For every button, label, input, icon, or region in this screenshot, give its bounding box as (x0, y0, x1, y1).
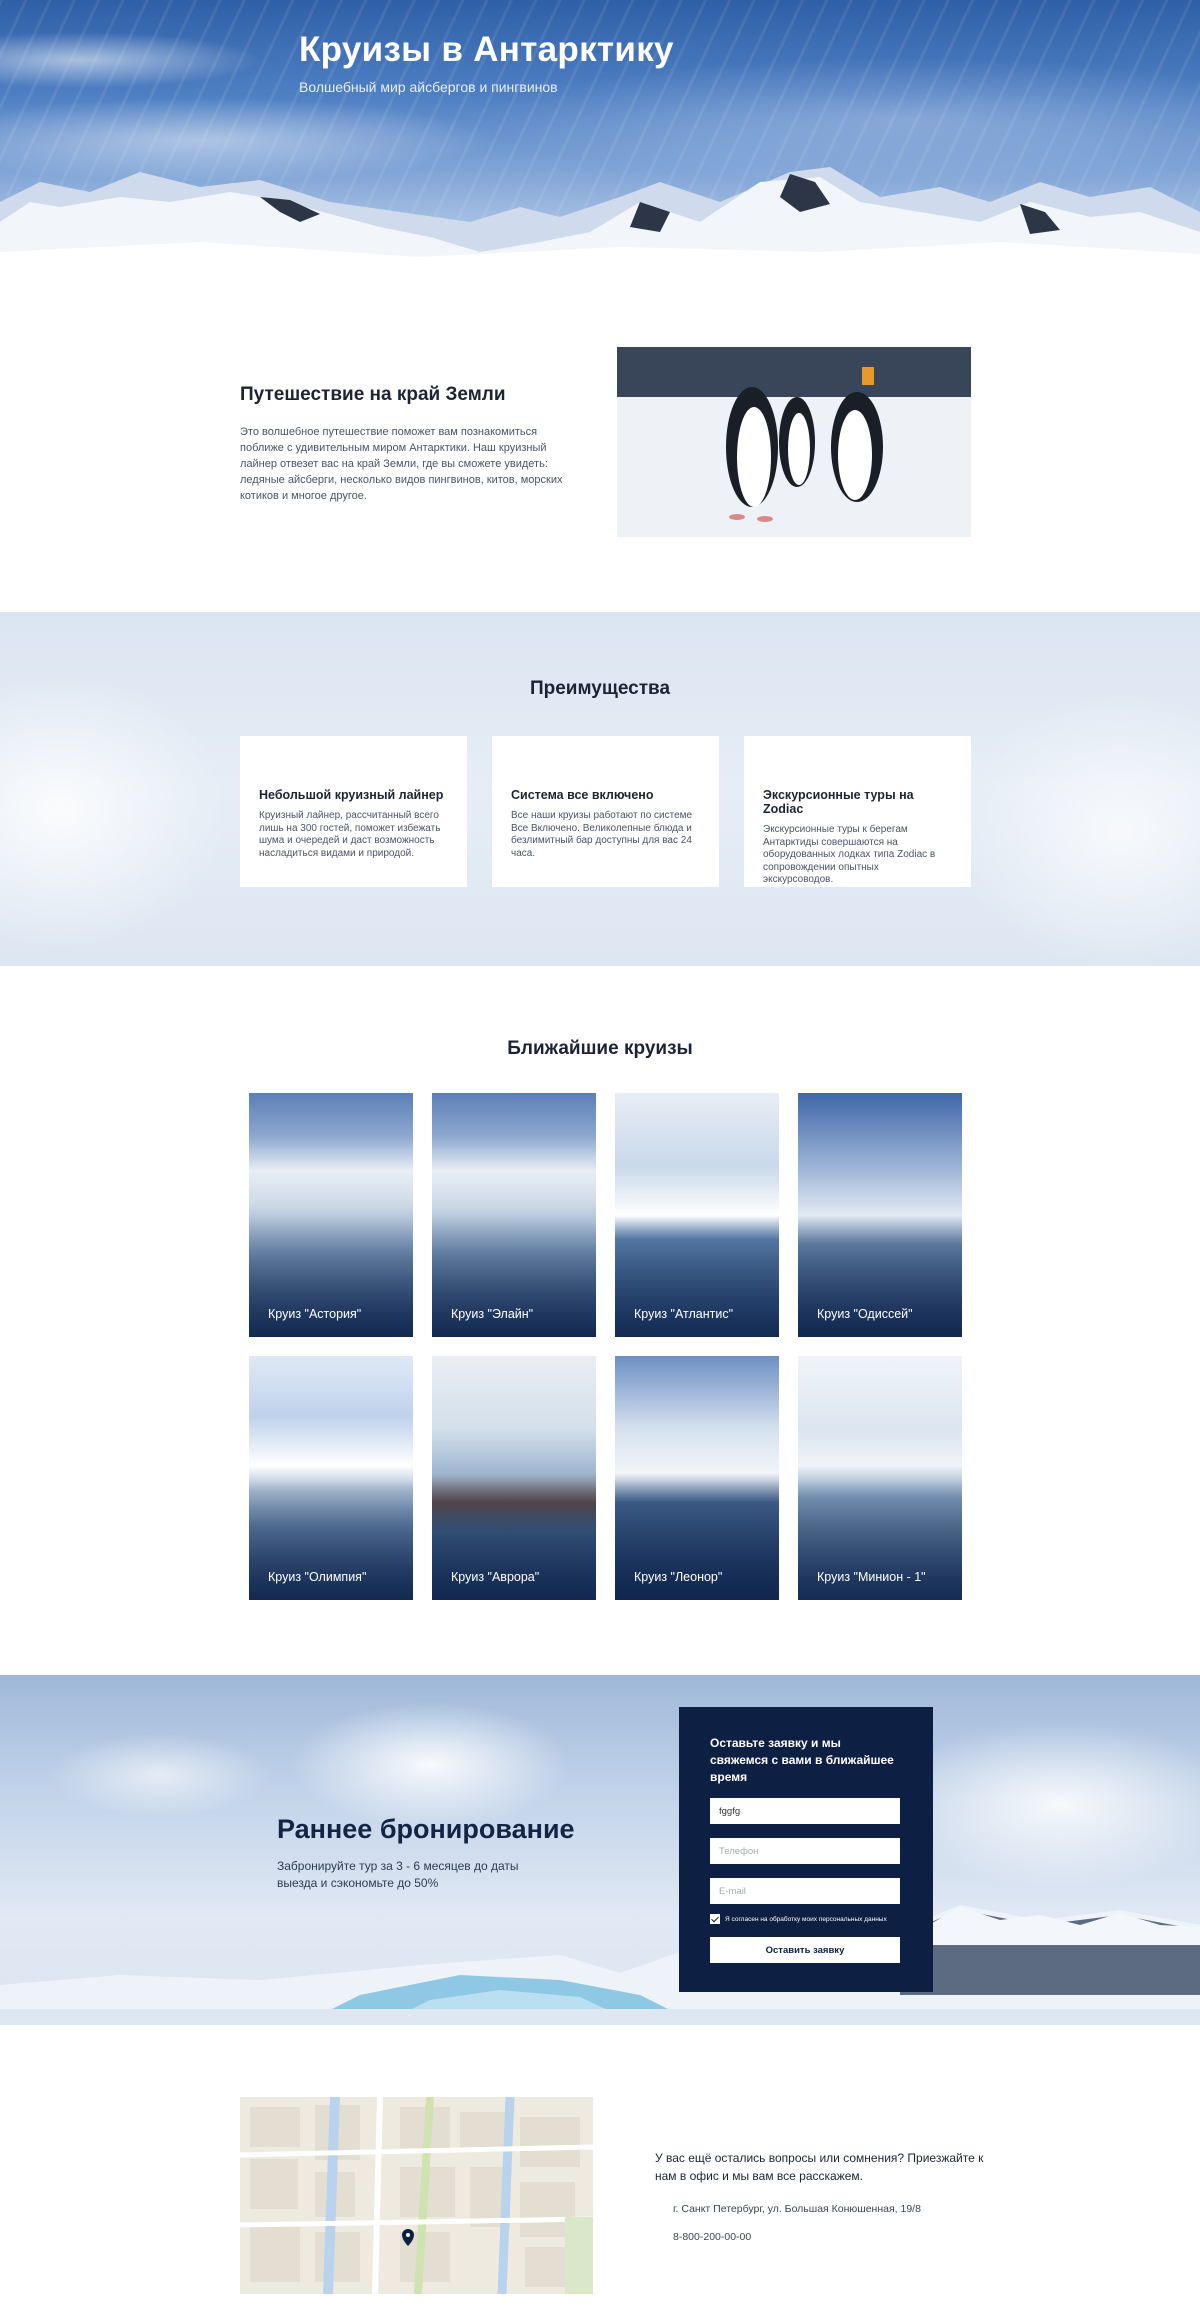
cruise-card-label: Круиз "Астория" (268, 1307, 362, 1321)
advantage-card-text: Круизный лайнер, рассчитанный всего лишь… (259, 810, 441, 859)
consent-row[interactable]: Я согласен на обработку моих персональны… (710, 1914, 902, 1924)
advantage-card-text: Экскурсионные туры к берегам Антарктиды … (763, 824, 936, 885)
cruise-card[interactable]: Круиз "Леонор" (615, 1356, 779, 1600)
intro-title: Путешествие на край Земли (240, 384, 506, 405)
cruises-title: Ближайшие круизы (507, 1038, 693, 1059)
advantage-card-title: Небольшой круизный лайнер (259, 788, 444, 802)
cruise-card[interactable]: Круиз "Аврора" (432, 1356, 596, 1600)
advantage-card-text: Все наши круизы работают по системе Все … (511, 810, 693, 859)
cruise-card[interactable]: Круиз "Одиссей" (798, 1093, 962, 1337)
submit-request-button[interactable]: Оставить заявку (710, 1937, 900, 1963)
advantage-card: Экскурсионные туры на Zodiac Экскурсионн… (744, 736, 971, 887)
cruise-card-label: Круиз "Элайн" (451, 1307, 534, 1321)
cruise-card-label: Круиз "Аврора" (451, 1570, 540, 1584)
contacts-section: У вас ещё остались вопросы или сомнения?… (0, 2025, 1200, 2316)
hero-subtitle: Волшебный мир айсбергов и пингвинов (299, 79, 558, 95)
advantage-card-title: Экскурсионные туры на Zodiac (763, 788, 914, 816)
cruise-card[interactable]: Круиз "Астория" (249, 1093, 413, 1337)
office-phone[interactable]: 8-800-200-00-00 (673, 2231, 751, 2243)
name-field[interactable] (710, 1798, 900, 1824)
cruise-card[interactable]: Круиз "Минион - 1" (798, 1356, 962, 1600)
office-map[interactable] (240, 2097, 593, 2294)
cruise-card-label: Круиз "Одиссей" (817, 1307, 913, 1321)
advantage-card: Небольшой круизный лайнер Круизный лайне… (240, 736, 467, 887)
early-booking-section: Раннее бронирование Забронируйте тур за … (0, 1675, 1200, 2025)
cruise-card[interactable]: Круиз "Атлантис" (615, 1093, 779, 1337)
early-booking-text: Забронируйте тур за 3 - 6 месяцев до дат… (277, 1859, 519, 1890)
glacier-image (0, 1905, 1200, 2025)
cruise-card-label: Круиз "Олимпия" (268, 1570, 367, 1584)
cruise-card-label: Круиз "Атлантис" (634, 1307, 734, 1321)
early-booking-title: Раннее бронирование (277, 1814, 575, 1844)
consent-label: Я согласен на обработку моих персональны… (725, 1915, 887, 1923)
form-title: Оставьте заявку и мы свяжемся с вами в б… (710, 1736, 894, 1784)
hero-banner: Круизы в Антарктику Волшебный мир айсбер… (0, 0, 1200, 272)
cruises-section: Ближайшие круизы Круиз "Астория" Круиз "… (0, 966, 1200, 1675)
cruise-card[interactable]: Круиз "Элайн" (432, 1093, 596, 1337)
advantage-card: Система все включено Все наши круизы раб… (492, 736, 719, 887)
cruise-card[interactable]: Круиз "Олимпия" (249, 1356, 413, 1600)
intro-text: Это волшебное путешествие поможет вам по… (240, 426, 563, 502)
contacts-question: У вас ещё остались вопросы или сомнения?… (655, 2151, 984, 2183)
advantage-card-title: Система все включено (511, 788, 654, 802)
advantages-title: Преимущества (529, 678, 671, 699)
mountains-image (0, 167, 1200, 272)
email-field[interactable] (710, 1878, 900, 1904)
advantages-section: Преимущества Небольшой круизный лайнер К… (0, 612, 1200, 966)
consent-checkbox[interactable] (710, 1914, 720, 1924)
phone-field[interactable] (710, 1838, 900, 1864)
office-address: г. Санкт Петербург, ул. Большая Конюшенн… (673, 2203, 921, 2215)
hero-title: Круизы в Антарктику (299, 30, 674, 69)
penguins-image (617, 347, 971, 537)
cruise-card-label: Круиз "Леонор" (634, 1570, 723, 1584)
cruise-card-label: Круиз "Минион - 1" (817, 1570, 926, 1584)
request-form: Оставьте заявку и мы свяжемся с вами в б… (679, 1707, 933, 1992)
intro-section: Путешествие на край Земли Это волшебное … (0, 272, 1200, 612)
